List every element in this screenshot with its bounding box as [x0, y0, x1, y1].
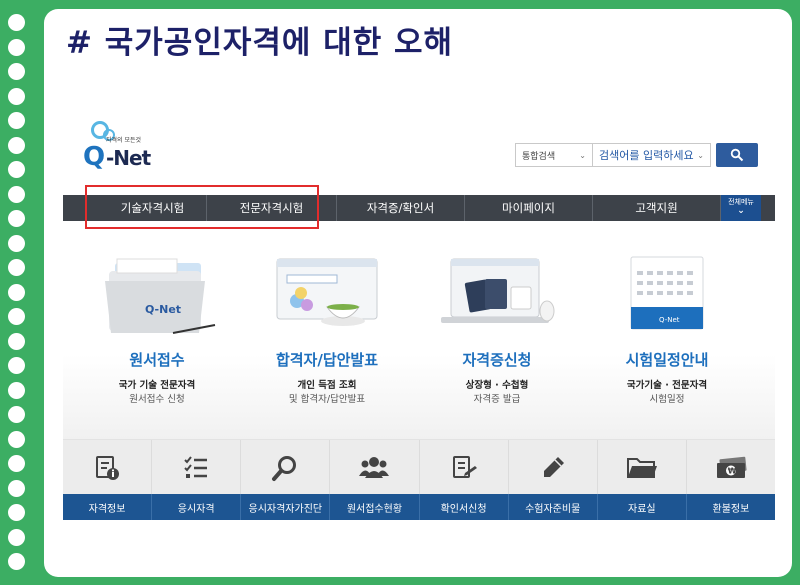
slide-title: # 국가공인자격에 대한 오해	[66, 25, 454, 61]
logo-name: -Net	[106, 146, 151, 170]
laptop-passport-illustration-icon	[441, 258, 555, 323]
qnet-website-screenshot: 자격의 모든것 Q -Net 통합검색 ⌄ 검색어를 입력하세요 ⌄ 기술자격시…	[63, 110, 775, 520]
chevron-down-icon: ⌄	[697, 150, 704, 160]
pencil-icon	[543, 456, 564, 477]
nav-item-support[interactable]: 고객지원	[593, 195, 721, 221]
search-icon	[730, 148, 744, 162]
chevron-down-icon: ⌄	[737, 205, 745, 216]
quick-link-archive[interactable]: 자료실	[598, 494, 687, 520]
service-section: Q-Net 원서접수 국가 기술 전문자격 원서접수 신청 합격자/답안발표 개…	[63, 229, 775, 439]
service-title: 시험일정안내	[625, 351, 709, 369]
logo-tagline: 자격의 모든것	[106, 137, 142, 144]
people-icon	[359, 456, 390, 478]
svg-text:Q-Net: Q-Net	[145, 303, 181, 316]
service-subtitle: 상장형 · 수첩형	[465, 380, 529, 391]
quick-link-refund[interactable]: 환불정보	[687, 494, 775, 520]
service-description: 자격증 발급	[473, 394, 521, 405]
quick-link-self-check[interactable]: 응시자격자가진단	[241, 494, 331, 520]
info-doc-icon	[96, 455, 120, 480]
nav-item-certificate[interactable]: 자격증/확인서	[337, 195, 465, 221]
quick-link-application-status[interactable]: 원서접수현황	[330, 494, 420, 520]
quick-link-qualification-info[interactable]: 자격정보	[63, 494, 153, 520]
quick-link-eligibility[interactable]: 응시자격	[152, 494, 242, 520]
search-placeholder: 검색어를 입력하세요	[599, 149, 694, 162]
slide-card: # 국가공인자격에 대한 오해 자격의 모든것 Q -Net 통합검색 ⌄ 검색…	[44, 9, 792, 577]
logo-q: Q	[83, 142, 106, 172]
service-subtitle: 국가 기술 전문자격	[118, 380, 196, 391]
search-scope-select[interactable]: 통합검색 ⌄	[515, 143, 593, 167]
search-bar: 통합검색 ⌄ 검색어를 입력하세요 ⌄	[515, 143, 758, 167]
quick-cell[interactable]	[152, 440, 242, 495]
quick-cell[interactable]	[330, 440, 420, 495]
calendar-illustration-icon: Q-Net	[630, 256, 704, 330]
magnifier-icon	[272, 455, 297, 481]
folder-icon	[626, 457, 657, 478]
notebook-binding-holes	[8, 14, 30, 578]
service-title: 합격자/답안발표	[275, 351, 379, 369]
service-description: 시험일정	[649, 394, 685, 405]
quick-link-confirmation[interactable]: 확인서신청	[420, 494, 509, 520]
quick-link-exam-supplies[interactable]: 수험자준비물	[509, 494, 598, 520]
quick-menu-labels: 자격정보 응시자격 응시자격자가진단 원서접수현황 확인서신청 수험자준비물 자…	[63, 494, 775, 520]
quick-cell[interactable]	[63, 440, 153, 495]
search-button[interactable]	[716, 143, 758, 167]
svg-text:₩: ₩	[728, 466, 737, 475]
nav-item-mypage[interactable]: 마이페이지	[465, 195, 593, 221]
service-title: 자격증신청	[462, 351, 532, 369]
chevron-down-icon: ⌄	[579, 150, 586, 160]
checklist-icon	[184, 455, 208, 478]
all-menu-button[interactable]: 전체메뉴 ⌄	[721, 195, 761, 221]
service-subtitle: 개인 득점 조회	[297, 380, 357, 391]
quick-cell[interactable]: ₩	[687, 440, 775, 495]
quick-menu-icons: ₩	[63, 439, 775, 495]
quick-cell[interactable]	[420, 440, 509, 495]
browser-tea-illustration-icon	[276, 258, 378, 326]
service-title: 원서접수	[129, 351, 185, 369]
highlight-box	[85, 185, 319, 229]
service-description: 및 합격자/답안발표	[288, 394, 366, 405]
service-description: 원서접수 신청	[129, 394, 185, 405]
svg-text:Q-Net: Q-Net	[659, 316, 680, 324]
banknote-icon: ₩	[716, 456, 747, 478]
search-scope-label: 통합검색	[522, 151, 556, 162]
certificate-icon	[452, 455, 477, 478]
quick-cell[interactable]	[241, 440, 331, 495]
service-subtitle: 국가기술 · 전문자격	[626, 380, 708, 391]
search-input[interactable]: 검색어를 입력하세요 ⌄	[593, 143, 711, 167]
quick-cell[interactable]	[509, 440, 598, 495]
folder-illustration-icon: Q-Net	[105, 258, 216, 334]
qnet-logo[interactable]: 자격의 모든것 Q -Net	[73, 115, 153, 175]
quick-cell[interactable]	[598, 440, 687, 495]
